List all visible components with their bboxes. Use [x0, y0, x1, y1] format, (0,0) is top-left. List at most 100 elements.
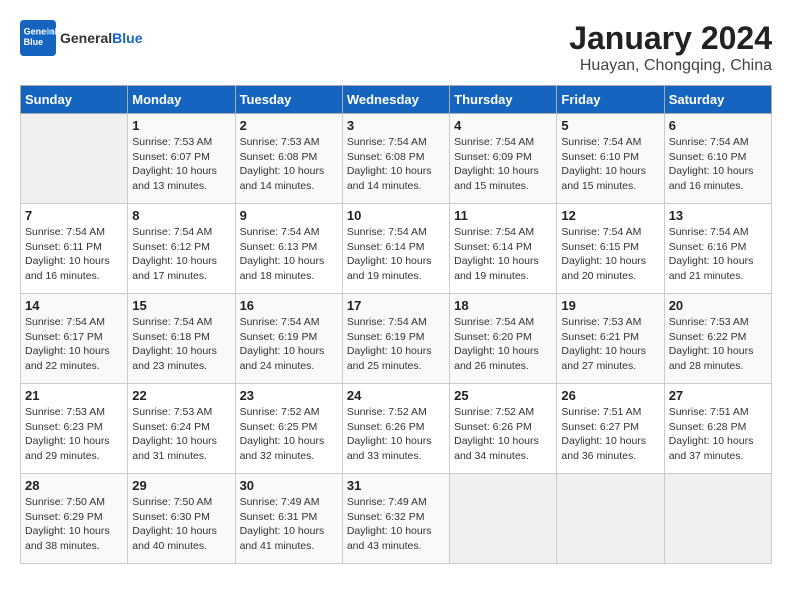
calendar-cell: 7Sunrise: 7:54 AM Sunset: 6:11 PM Daylig… [21, 204, 128, 294]
calendar-cell [557, 474, 664, 564]
day-number: 31 [347, 478, 445, 493]
calendar-cell: 6Sunrise: 7:54 AM Sunset: 6:10 PM Daylig… [664, 114, 771, 204]
day-number: 20 [669, 298, 767, 313]
month-year-title: January 2024 [569, 20, 772, 57]
calendar-cell: 12 Sunrise: 7:54 AM Sunset: 6:15 PM Dayli… [557, 204, 664, 294]
calendar-cell [450, 474, 557, 564]
calendar-cell: 2 Sunrise: 7:53 AM Sunset: 6:08 PM Daylig… [235, 114, 342, 204]
day-info: Sunrise: 7:52 AM Sunset: 6:26 PM Dayligh… [454, 405, 552, 464]
calendar-cell: 16 Sunrise: 7:54 AM Sunset: 6:19 PM Dayli… [235, 294, 342, 384]
header-thursday: Thursday [450, 86, 557, 114]
day-number: 10 [347, 208, 445, 223]
day-number: 13 [669, 208, 767, 223]
day-info: Sunrise: 7:54 AM Sunset: 6:09 PM Dayligh… [454, 135, 552, 194]
day-number: 1 [132, 118, 230, 133]
week-row-1: 1 Sunrise: 7:53 AM Sunset: 6:07 PM Daylig… [21, 114, 772, 204]
calendar-cell: 30 Sunrise: 7:49 AM Sunset: 6:31 PM Dayli… [235, 474, 342, 564]
day-info: Sunrise: 7:54 AM Sunset: 6:20 PM Dayligh… [454, 315, 552, 374]
calendar-cell: 5 Sunrise: 7:54 AM Sunset: 6:10 PM Daylig… [557, 114, 664, 204]
calendar-cell: 21Sunrise: 7:53 AM Sunset: 6:23 PM Dayli… [21, 384, 128, 474]
day-info: Sunrise: 7:54 AM Sunset: 6:10 PM Dayligh… [669, 135, 767, 194]
day-info: Sunrise: 7:54 AM Sunset: 6:12 PM Dayligh… [132, 225, 230, 284]
calendar-cell: 23Sunrise: 7:52 AM Sunset: 6:25 PM Dayli… [235, 384, 342, 474]
day-info: Sunrise: 7:54 AM Sunset: 6:19 PM Dayligh… [347, 315, 445, 374]
day-number: 3 [347, 118, 445, 133]
day-number: 30 [240, 478, 338, 493]
calendar-cell: 28Sunrise: 7:50 AM Sunset: 6:29 PM Dayli… [21, 474, 128, 564]
calendar-cell: 26 Sunrise: 7:51 AM Sunset: 6:27 PM Dayli… [557, 384, 664, 474]
day-info: Sunrise: 7:54 AM Sunset: 6:14 PM Dayligh… [347, 225, 445, 284]
day-info: Sunrise: 7:54 AM Sunset: 6:16 PM Dayligh… [669, 225, 767, 284]
day-number: 27 [669, 388, 767, 403]
day-info: Sunrise: 7:50 AM Sunset: 6:30 PM Dayligh… [132, 495, 230, 554]
logo-general: General [60, 30, 112, 46]
calendar-cell [664, 474, 771, 564]
day-number: 12 [561, 208, 659, 223]
day-info: Sunrise: 7:54 AM Sunset: 6:17 PM Dayligh… [25, 315, 123, 374]
logo: General Blue General Blue [20, 20, 142, 56]
day-info: Sunrise: 7:54 AM Sunset: 6:15 PM Dayligh… [561, 225, 659, 284]
day-info: Sunrise: 7:53 AM Sunset: 6:24 PM Dayligh… [132, 405, 230, 464]
calendar-cell: 24Sunrise: 7:52 AM Sunset: 6:26 PM Dayli… [342, 384, 449, 474]
location-subtitle: Huayan, Chongqing, China [569, 57, 772, 75]
day-info: Sunrise: 7:54 AM Sunset: 6:18 PM Dayligh… [132, 315, 230, 374]
calendar-cell: 14 Sunrise: 7:54 AM Sunset: 6:17 PM Dayli… [21, 294, 128, 384]
week-row-4: 21Sunrise: 7:53 AM Sunset: 6:23 PM Dayli… [21, 384, 772, 474]
day-number: 17 [347, 298, 445, 313]
day-info: Sunrise: 7:49 AM Sunset: 6:31 PM Dayligh… [240, 495, 338, 554]
day-info: Sunrise: 7:49 AM Sunset: 6:32 PM Dayligh… [347, 495, 445, 554]
day-info: Sunrise: 7:53 AM Sunset: 6:07 PM Dayligh… [132, 135, 230, 194]
calendar-cell: 22 Sunrise: 7:53 AM Sunset: 6:24 PM Dayli… [128, 384, 235, 474]
header-sunday: Sunday [21, 86, 128, 114]
calendar-header-row: SundayMondayTuesdayWednesdayThursdayFrid… [21, 86, 772, 114]
day-info: Sunrise: 7:53 AM Sunset: 6:23 PM Dayligh… [25, 405, 123, 464]
day-number: 24 [347, 388, 445, 403]
day-number: 23 [240, 388, 338, 403]
week-row-2: 7Sunrise: 7:54 AM Sunset: 6:11 PM Daylig… [21, 204, 772, 294]
day-number: 8 [132, 208, 230, 223]
day-number: 29 [132, 478, 230, 493]
calendar-cell: 3Sunrise: 7:54 AM Sunset: 6:08 PM Daylig… [342, 114, 449, 204]
day-number: 2 [240, 118, 338, 133]
calendar-cell: 11Sunrise: 7:54 AM Sunset: 6:14 PM Dayli… [450, 204, 557, 294]
calendar-cell: 18 Sunrise: 7:54 AM Sunset: 6:20 PM Dayli… [450, 294, 557, 384]
logo-icon: General Blue [20, 20, 56, 56]
day-number: 16 [240, 298, 338, 313]
day-number: 15 [132, 298, 230, 313]
header-monday: Monday [128, 86, 235, 114]
calendar-cell: 25 Sunrise: 7:52 AM Sunset: 6:26 PM Dayli… [450, 384, 557, 474]
calendar-cell: 10 Sunrise: 7:54 AM Sunset: 6:14 PM Dayli… [342, 204, 449, 294]
week-row-3: 14 Sunrise: 7:54 AM Sunset: 6:17 PM Dayli… [21, 294, 772, 384]
day-info: Sunrise: 7:54 AM Sunset: 6:19 PM Dayligh… [240, 315, 338, 374]
day-number: 22 [132, 388, 230, 403]
calendar-table: SundayMondayTuesdayWednesdayThursdayFrid… [20, 85, 772, 564]
calendar-cell: 29 Sunrise: 7:50 AM Sunset: 6:30 PM Dayli… [128, 474, 235, 564]
day-number: 11 [454, 208, 552, 223]
day-number: 14 [25, 298, 123, 313]
header: General Blue General Blue January 2024 Hu… [20, 20, 772, 75]
calendar-cell: 20 Sunrise: 7:53 AM Sunset: 6:22 PM Dayli… [664, 294, 771, 384]
header-friday: Friday [557, 86, 664, 114]
day-number: 26 [561, 388, 659, 403]
day-info: Sunrise: 7:51 AM Sunset: 6:27 PM Dayligh… [561, 405, 659, 464]
svg-text:Blue: Blue [24, 37, 44, 47]
day-info: Sunrise: 7:53 AM Sunset: 6:22 PM Dayligh… [669, 315, 767, 374]
day-info: Sunrise: 7:51 AM Sunset: 6:28 PM Dayligh… [669, 405, 767, 464]
day-info: Sunrise: 7:53 AM Sunset: 6:08 PM Dayligh… [240, 135, 338, 194]
day-info: Sunrise: 7:54 AM Sunset: 6:11 PM Dayligh… [25, 225, 123, 284]
calendar-cell: 27 Sunrise: 7:51 AM Sunset: 6:28 PM Dayli… [664, 384, 771, 474]
day-info: Sunrise: 7:54 AM Sunset: 6:10 PM Dayligh… [561, 135, 659, 194]
day-number: 25 [454, 388, 552, 403]
day-number: 5 [561, 118, 659, 133]
calendar-cell: 13 Sunrise: 7:54 AM Sunset: 6:16 PM Dayli… [664, 204, 771, 294]
calendar-cell [21, 114, 128, 204]
day-info: Sunrise: 7:54 AM Sunset: 6:13 PM Dayligh… [240, 225, 338, 284]
week-row-5: 28Sunrise: 7:50 AM Sunset: 6:29 PM Dayli… [21, 474, 772, 564]
day-number: 18 [454, 298, 552, 313]
header-wednesday: Wednesday [342, 86, 449, 114]
day-number: 9 [240, 208, 338, 223]
day-number: 4 [454, 118, 552, 133]
day-number: 19 [561, 298, 659, 313]
day-info: Sunrise: 7:53 AM Sunset: 6:21 PM Dayligh… [561, 315, 659, 374]
header-saturday: Saturday [664, 86, 771, 114]
